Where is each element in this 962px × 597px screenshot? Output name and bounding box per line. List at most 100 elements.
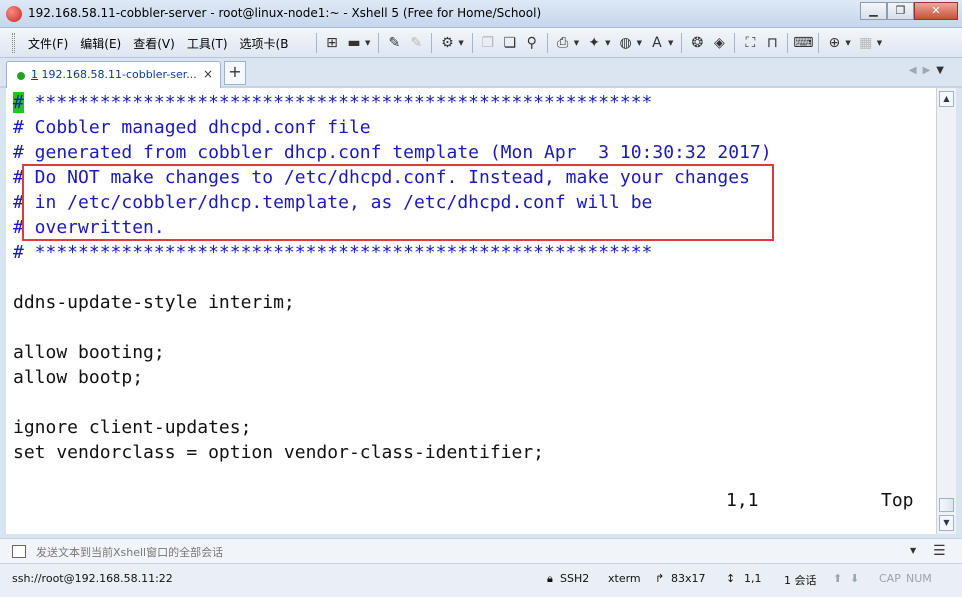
properties-dropdown-icon[interactable]: ▼ bbox=[458, 39, 463, 47]
cursor-position-icon: ↕ bbox=[726, 572, 736, 585]
scrollbar-thumb[interactable] bbox=[939, 498, 954, 512]
menu-file[interactable]: 文件(F) bbox=[22, 35, 74, 52]
terminal-content: # **************************************… bbox=[13, 90, 772, 465]
compose-menu-icon[interactable]: ☰ bbox=[933, 544, 946, 558]
disconnect-icon[interactable]: ✎ bbox=[405, 32, 427, 54]
window-controls: ▁ ❐ ✕ bbox=[860, 2, 958, 20]
add-tab-button[interactable]: + bbox=[224, 61, 246, 85]
terminal-line: set vendorclass = option vendor-class-id… bbox=[13, 442, 545, 463]
toolbar-separator bbox=[431, 33, 433, 53]
status-sessions: 1 会话 bbox=[784, 574, 817, 587]
globe-dropdown-icon[interactable]: ▼ bbox=[637, 39, 642, 47]
tab-close-icon[interactable]: × bbox=[203, 67, 213, 81]
tab-number: 1 bbox=[31, 68, 38, 81]
session-up-icon[interactable]: ⬆ bbox=[833, 572, 842, 585]
add-tab-icon[interactable]: ⊕ bbox=[823, 32, 845, 54]
tab-title: 192.168.58.11-cobbler-ser... bbox=[38, 68, 197, 81]
restore-button[interactable]: ❐ bbox=[887, 2, 914, 20]
menu-view[interactable]: 查看(V) bbox=[127, 35, 181, 52]
transfer-dropdown-icon[interactable]: ▼ bbox=[605, 39, 610, 47]
transfer-icon[interactable]: ✦ bbox=[583, 32, 605, 54]
terminal-line: # Cobbler managed dhcpd.conf file bbox=[13, 117, 371, 138]
globe-icon[interactable]: ◍ bbox=[615, 32, 637, 54]
menu-toolbar: 文件(F) 编辑(E) 查看(V) 工具(T) 选项卡(B ⊞ ▬ ▼ ✎ ✎ ⚙… bbox=[0, 28, 962, 58]
terminal-line: allow booting; bbox=[13, 342, 165, 363]
menu-edit[interactable]: 编辑(E) bbox=[74, 35, 127, 52]
properties-icon[interactable]: ⚙ bbox=[436, 32, 458, 54]
toolbar-separator bbox=[316, 33, 317, 53]
toolbar-grip[interactable] bbox=[12, 33, 15, 53]
menu-bar: 文件(F) 编辑(E) 查看(V) 工具(T) 选项卡(B bbox=[22, 28, 294, 58]
xftp-icon[interactable]: ❂ bbox=[686, 32, 708, 54]
scroll-up-icon[interactable]: ▲ bbox=[939, 91, 954, 107]
terminal-area[interactable]: # **************************************… bbox=[6, 88, 936, 534]
layout-icon[interactable]: ▦ bbox=[855, 32, 877, 54]
keyboard-icon[interactable]: ⌨ bbox=[792, 32, 814, 54]
terminal-size-icon: ↱ bbox=[655, 572, 665, 585]
connection-status-icon bbox=[17, 72, 25, 80]
find-icon[interactable]: ⚲ bbox=[521, 32, 543, 54]
tab-prev-icon[interactable]: ◀ bbox=[909, 65, 923, 76]
session-down-icon[interactable]: ⬇ bbox=[850, 572, 859, 585]
xshell-app-icon[interactable] bbox=[6, 6, 22, 22]
new-session-icon[interactable]: ⊞ bbox=[321, 32, 343, 54]
lock-icon[interactable]: ⊓ bbox=[761, 32, 783, 54]
fullscreen-icon[interactable]: ⛶ bbox=[739, 32, 761, 54]
status-terminal-type: xterm bbox=[608, 572, 641, 585]
toolbar-separator bbox=[546, 33, 548, 53]
terminal-line: # **************************************… bbox=[13, 242, 653, 263]
xagent-icon[interactable]: ◈ bbox=[708, 32, 730, 54]
toolbar-separator bbox=[734, 33, 736, 53]
tab-bar: 1 192.168.58.11-cobbler-ser... × + ◀▶▼ bbox=[0, 58, 962, 88]
compose-toggle-icon[interactable] bbox=[12, 545, 26, 558]
compose-dropdown-icon[interactable]: ▼ bbox=[910, 546, 916, 555]
vim-position: Top bbox=[881, 490, 914, 511]
status-num: NUM bbox=[906, 572, 932, 585]
toolbar-separator bbox=[681, 33, 683, 53]
tab-list-icon[interactable]: ▼ bbox=[936, 65, 950, 76]
terminal-line: # **************************************… bbox=[13, 92, 653, 113]
status-cursor: 1,1 bbox=[744, 572, 762, 585]
lock-status-icon: 🔒︎ bbox=[547, 572, 553, 585]
open-folder-icon[interactable]: ▬ bbox=[343, 32, 365, 54]
annotation-highlight-box bbox=[22, 164, 774, 241]
layout-dropdown-icon[interactable]: ▼ bbox=[877, 39, 882, 47]
terminal-line: ddns-update-style interim; bbox=[13, 292, 295, 313]
tab-label: 1 192.168.58.11-cobbler-ser... bbox=[31, 68, 197, 81]
toolbar-separator bbox=[787, 33, 789, 53]
print-icon[interactable]: ⎙ bbox=[552, 32, 574, 54]
font-dropdown-icon[interactable]: ▼ bbox=[668, 39, 673, 47]
terminal-cursor: # bbox=[13, 92, 24, 113]
print-dropdown-icon[interactable]: ▼ bbox=[574, 39, 579, 47]
toolbar-separator bbox=[471, 33, 473, 53]
reconnect-icon[interactable]: ✎ bbox=[383, 32, 405, 54]
status-bar: ssh://root@192.168.58.11:22 🔒︎ SSH2 xter… bbox=[0, 564, 962, 597]
toolbar-separator bbox=[818, 33, 820, 53]
scroll-down-icon[interactable]: ▼ bbox=[939, 515, 954, 531]
toolbar-separator bbox=[378, 33, 380, 53]
terminal-line: ignore client-updates; bbox=[13, 417, 252, 438]
minimize-button[interactable]: ▁ bbox=[860, 2, 887, 20]
status-size: 83x17 bbox=[671, 572, 706, 585]
menu-tools[interactable]: 工具(T) bbox=[181, 35, 234, 52]
copy-icon[interactable]: ❐ bbox=[477, 32, 499, 54]
terminal-scrollbar[interactable]: ▲ ▼ bbox=[936, 88, 956, 534]
paste-icon[interactable]: ❏ bbox=[499, 32, 521, 54]
add-tab-dropdown-icon[interactable]: ▼ bbox=[845, 39, 850, 47]
font-icon[interactable]: A bbox=[646, 32, 668, 54]
menu-tabs[interactable]: 选项卡(B bbox=[234, 35, 295, 52]
status-connection: ssh://root@192.168.58.11:22 bbox=[12, 572, 173, 585]
compose-bar: ▼ ☰ bbox=[0, 538, 962, 564]
compose-input[interactable] bbox=[36, 544, 896, 560]
tab-next-icon[interactable]: ▶ bbox=[923, 65, 937, 76]
terminal-line: # generated from cobbler dhcp.conf templ… bbox=[13, 142, 772, 163]
tab-session-1[interactable]: 1 192.168.58.11-cobbler-ser... × bbox=[6, 61, 221, 88]
vim-ruler: 1,1 bbox=[726, 490, 759, 511]
toolbar-icons: ⊞ ▬ ▼ ✎ ✎ ⚙ ▼ ❐ ❏ ⚲ ⎙ ▼ ✦ ▼ ◍ ▼ A ▼ ❂ ◈ ⛶ ⊓ ⌨ … bbox=[312, 28, 886, 58]
close-button[interactable]: ✕ bbox=[914, 2, 958, 20]
open-dropdown-icon[interactable]: ▼ bbox=[365, 39, 370, 47]
terminal-line: allow bootp; bbox=[13, 367, 144, 388]
